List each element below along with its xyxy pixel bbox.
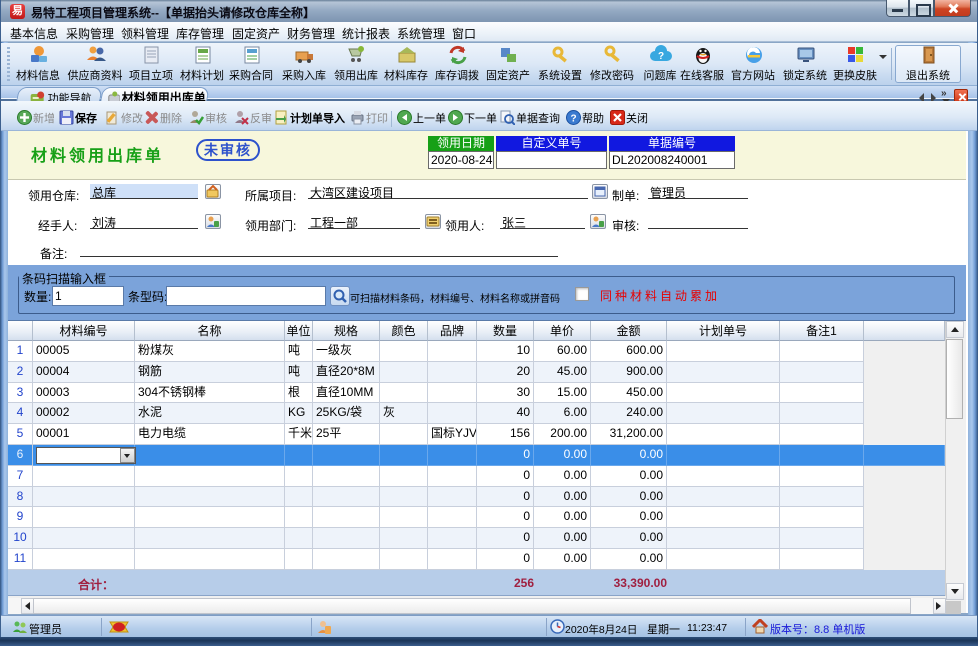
svg-text:?: ? (658, 51, 664, 62)
svg-text:?: ? (570, 114, 576, 125)
